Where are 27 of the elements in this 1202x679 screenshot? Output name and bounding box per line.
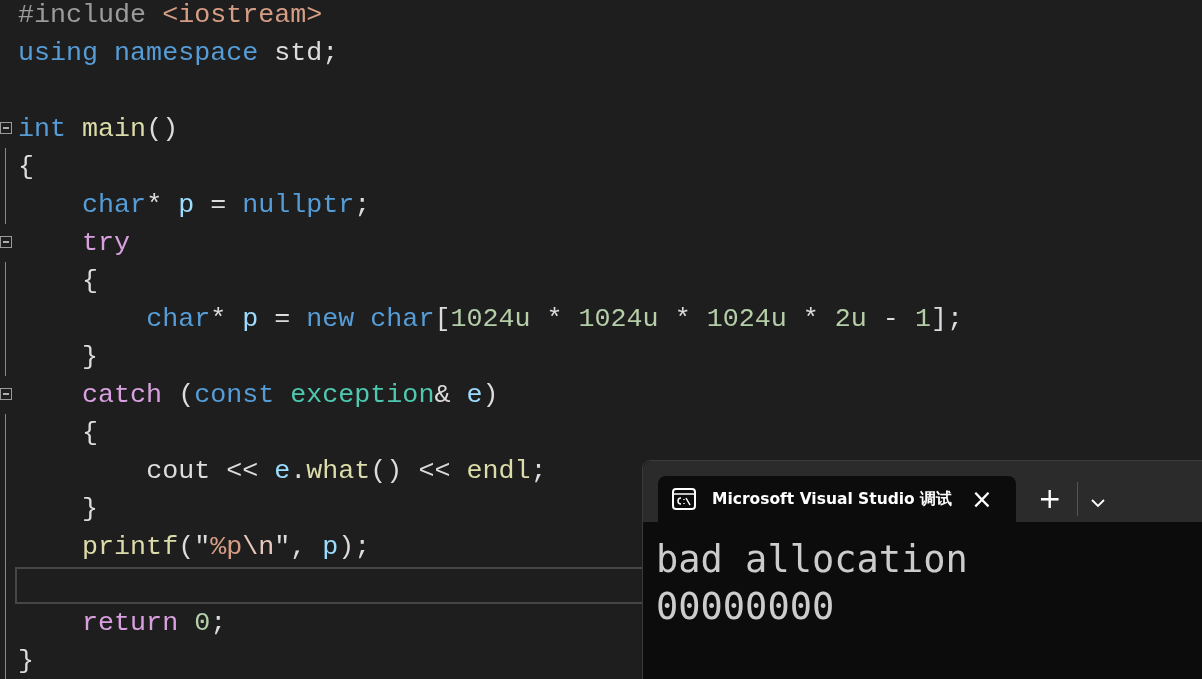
code-line: { bbox=[18, 152, 34, 182]
collapse-icon[interactable] bbox=[0, 122, 12, 134]
collapse-icon[interactable] bbox=[0, 388, 12, 400]
code-line: using namespace std; bbox=[18, 38, 339, 68]
chevron-down-icon bbox=[1090, 498, 1107, 508]
collapse-icon[interactable] bbox=[0, 236, 12, 248]
code-line: { bbox=[82, 418, 99, 448]
code-line: char* p = new char[1024u * 1024u * 1024u * 2u - 1]; bbox=[146, 304, 963, 334]
code-line: return 0; bbox=[82, 608, 227, 638]
code-line: cout << e.what() << endl; bbox=[146, 456, 547, 486]
tab-title: Microsoft Visual Studio 调试 bbox=[712, 488, 954, 510]
code-line: } bbox=[82, 342, 99, 372]
output-line: bad allocation bbox=[656, 537, 969, 583]
code-line: } bbox=[18, 646, 34, 676]
terminal-icon bbox=[672, 488, 696, 510]
output-line: 00000000 bbox=[656, 584, 836, 630]
terminal-tab[interactable]: Microsoft Visual Studio 调试 × bbox=[658, 476, 1016, 522]
code-line: int main() bbox=[18, 114, 179, 144]
code-line: { bbox=[82, 266, 99, 296]
code-line: char* p = nullptr; bbox=[82, 190, 371, 220]
code-line: } bbox=[82, 494, 99, 524]
code-line: try bbox=[82, 228, 131, 258]
close-button[interactable]: × bbox=[965, 486, 999, 512]
code-line: printf("%p\n", p); bbox=[82, 532, 371, 562]
code-line: catch (const exception& e) bbox=[82, 380, 499, 410]
code-line: #include <iostream> bbox=[18, 0, 323, 30]
new-tab-button[interactable]: + bbox=[1034, 485, 1066, 513]
